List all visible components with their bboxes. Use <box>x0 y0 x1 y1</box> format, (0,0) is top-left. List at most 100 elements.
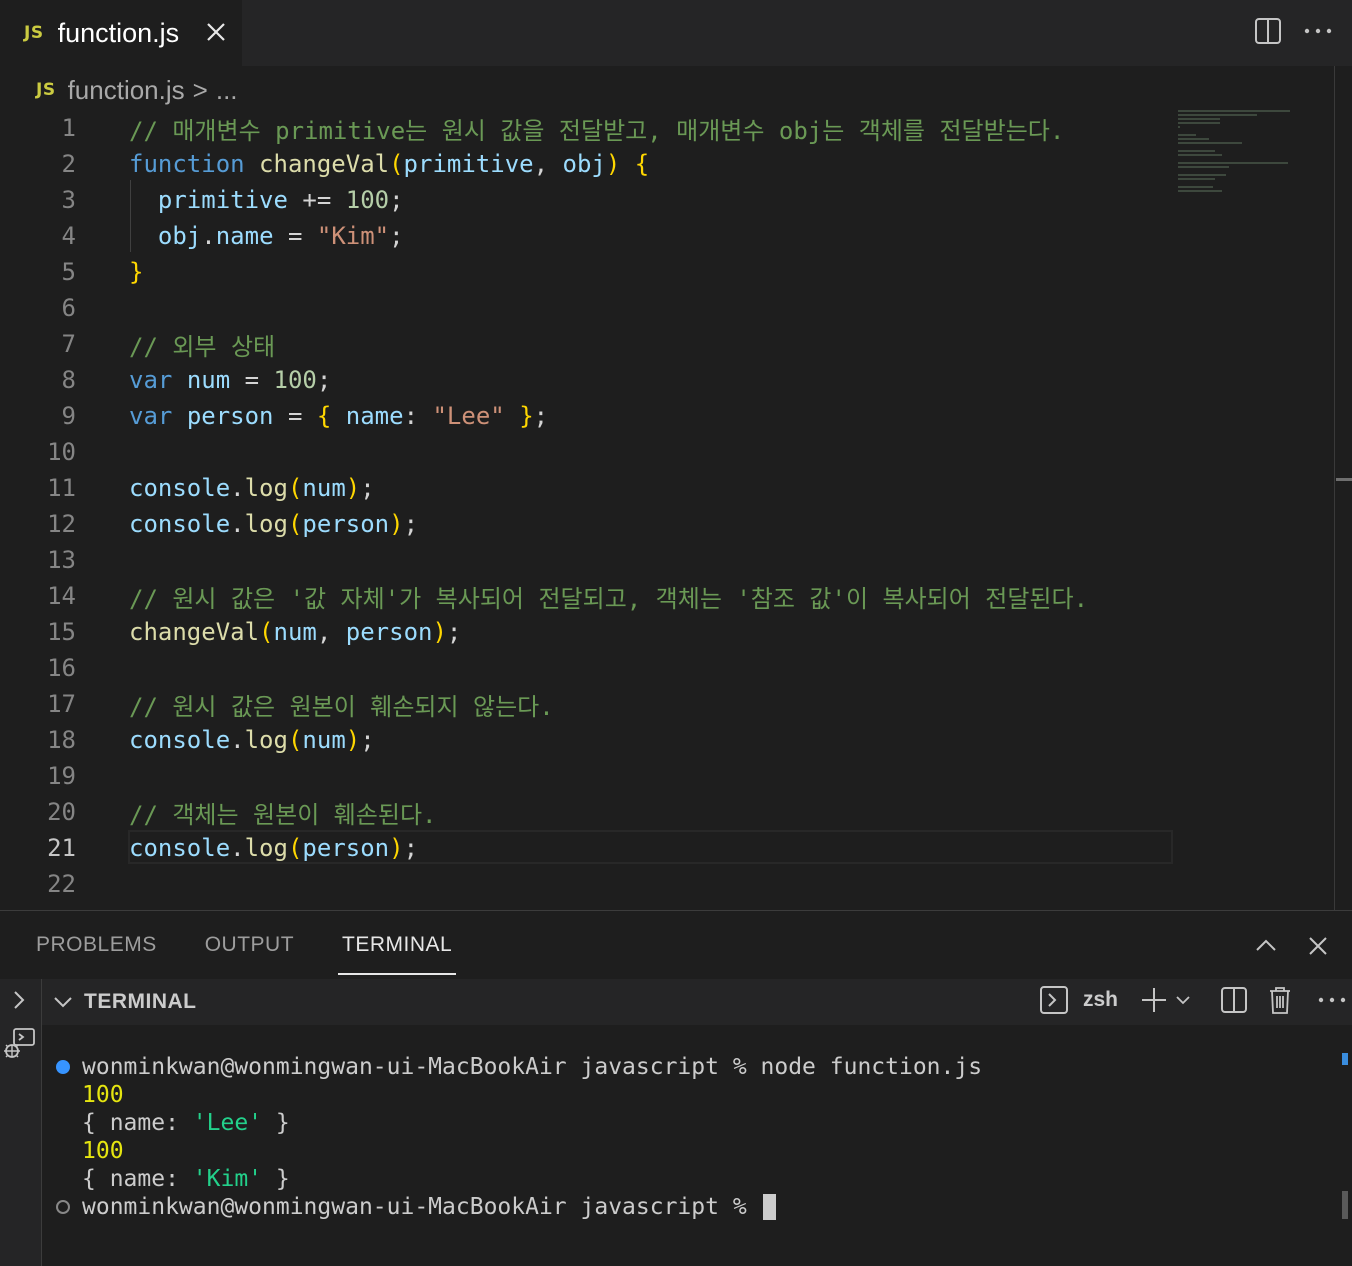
terminal-prompt: wonminkwan@wonmingwan-ui-MacBookAir java… <box>82 1054 761 1080</box>
tab-problems[interactable]: PROBLEMS <box>36 911 157 979</box>
code-token: ) <box>389 834 404 862</box>
code-token: ) <box>432 618 447 646</box>
minimap[interactable] <box>1178 110 1328 200</box>
more-actions-icon[interactable] <box>1302 14 1334 48</box>
code-text: function changeVal(primitive, obj) { <box>129 150 649 178</box>
code-line[interactable]: 21 console.log(person); <box>0 830 1180 866</box>
code-line[interactable]: 3 primitive += 100; <box>0 182 1180 218</box>
split-editor-icon[interactable] <box>1252 14 1284 48</box>
code-line[interactable]: 7 // 외부 상태 <box>0 326 1180 362</box>
tab-output[interactable]: OUTPUT <box>205 911 294 979</box>
command-idle-dot[interactable] <box>56 1200 70 1214</box>
terminal-prompt: wonminkwan@wonmingwan-ui-MacBookAir java… <box>82 1194 761 1220</box>
terminal-cursor <box>762 1194 776 1220</box>
editor-scrollbar[interactable] <box>1334 66 1335 910</box>
code-text: // 원시 값은 '값 자체'가 복사되어 전달되고, 객체는 '참조 값'이 … <box>129 579 1088 614</box>
chevron-down-icon[interactable] <box>52 991 74 1013</box>
breadcrumb-file[interactable]: function.js <box>68 75 185 106</box>
line-number: 22 <box>47 870 76 898</box>
code-token: ( <box>287 726 303 754</box>
code-token: 100 <box>345 186 390 214</box>
terminal-output[interactable]: wonminkwan@wonmingwan-ui-MacBookAir java… <box>42 1025 1352 1266</box>
line-number: 8 <box>61 366 76 394</box>
code-line[interactable]: 17 // 원시 값은 원본이 훼손되지 않는다. <box>0 686 1180 722</box>
terminal-scrollbar[interactable] <box>1342 1191 1348 1219</box>
code-editor[interactable]: 1 // 매개변수 primitive는 원시 값을 전달받고, 매개변수 obj… <box>0 108 1334 908</box>
code-line[interactable]: 8 var num = 100; <box>0 362 1180 398</box>
code-token: var <box>129 366 173 394</box>
code-token: ( <box>389 150 404 178</box>
code-token: // 원시 값은 '값 자체'가 복사되어 전달되고, 객체는 '참조 값'이 … <box>129 584 1089 613</box>
chevron-right-icon[interactable] <box>8 989 30 1016</box>
code-token: // 외부 상태 <box>129 332 276 361</box>
editor-tab-function-js[interactable]: JS function.js <box>0 0 242 66</box>
code-line[interactable]: 4 obj.name = "Kim"; <box>0 218 1180 254</box>
code-line[interactable]: 15 changeVal(num, person); <box>0 614 1180 650</box>
maximize-panel-icon[interactable] <box>1250 929 1282 963</box>
panel-tab-list: PROBLEMS OUTPUT TERMINAL <box>36 911 500 979</box>
code-token: changeVal <box>259 150 390 178</box>
code-line[interactable]: 9 var person = { name: "Lee" }; <box>0 398 1180 434</box>
code-line[interactable]: 22 <box>0 866 1180 902</box>
close-panel-icon[interactable] <box>1302 929 1334 963</box>
trash-icon[interactable] <box>1266 985 1294 1015</box>
code-token: num <box>302 474 346 502</box>
minimap-line <box>1178 126 1181 128</box>
split-terminal-icon[interactable] <box>1220 986 1248 1014</box>
close-icon[interactable] <box>200 16 232 48</box>
minimap-line <box>1178 166 1229 168</box>
code-text: console.log(person); <box>129 510 418 538</box>
code-line[interactable]: 19 <box>0 758 1180 794</box>
code-text: // 매개변수 primitive는 원시 값을 전달받고, 매개변수 obj는… <box>129 111 1064 146</box>
code-token: = <box>230 366 274 394</box>
line-number: 6 <box>61 294 76 322</box>
debug-console-icon[interactable] <box>2 1027 36 1066</box>
code-line[interactable]: 5} <box>0 254 1180 290</box>
chevron-down-icon[interactable] <box>1174 991 1192 1009</box>
tab-title: function.js <box>57 17 180 48</box>
more-actions-icon[interactable] <box>1318 996 1346 1004</box>
terminal-shell-icon[interactable] <box>1039 985 1069 1015</box>
code-line[interactable]: 13 <box>0 542 1180 578</box>
line-number: 13 <box>47 546 76 574</box>
breadcrumb-symbol[interactable]: ... <box>216 75 238 106</box>
code-token: // 매개변수 primitive는 원시 값을 전달받고, 매개변수 obj는… <box>129 116 1065 145</box>
line-number: 17 <box>47 690 76 718</box>
terminal-command: node function.js <box>760 1054 983 1080</box>
terminal-command-line: wonminkwan@wonmingwan-ui-MacBookAir java… <box>82 1053 982 1081</box>
code-line[interactable]: 20 // 객체는 원본이 훼손된다. <box>0 794 1180 830</box>
code-token: // 객체는 원본이 훼손된다. <box>129 800 437 829</box>
add-terminal-icon[interactable] <box>1140 986 1168 1014</box>
command-success-dot[interactable] <box>56 1060 70 1074</box>
line-number: 11 <box>47 474 76 502</box>
code-token: ; <box>316 366 332 394</box>
line-number: 9 <box>61 402 76 430</box>
line-number: 12 <box>47 510 76 538</box>
code-token: "Kim" <box>316 222 390 250</box>
code-token: obj <box>562 150 606 178</box>
code-token: log <box>244 510 288 538</box>
code-line[interactable]: 14 // 원시 값은 '값 자체'가 복사되어 전달되고, 객체는 '참조 값'… <box>0 578 1180 614</box>
code-token: ; <box>389 222 404 250</box>
code-line[interactable]: 11 console.log(num); <box>0 470 1180 506</box>
code-line[interactable]: 16 <box>0 650 1180 686</box>
editor-tab-bar: JS function.js <box>0 0 1352 66</box>
code-line[interactable]: 12 console.log(person); <box>0 506 1180 542</box>
line-number: 1 <box>61 114 76 142</box>
terminal-output-line: { name: 'Kim' } <box>82 1166 290 1192</box>
code-token: ) <box>345 726 361 754</box>
code-line[interactable]: 2 function changeVal(primitive, obj) { <box>0 146 1180 182</box>
code-token: ; <box>360 726 375 754</box>
code-line[interactable]: 6 <box>0 290 1180 326</box>
shell-name[interactable]: zsh <box>1083 988 1118 1012</box>
code-line[interactable]: 1 // 매개변수 primitive는 원시 값을 전달받고, 매개변수 obj… <box>0 110 1180 146</box>
code-token: var <box>129 402 173 430</box>
tab-terminal[interactable]: TERMINAL <box>338 911 457 979</box>
code-line[interactable]: 18 console.log(num); <box>0 722 1180 758</box>
code-line[interactable]: 10 <box>0 434 1180 470</box>
code-token: ( <box>287 474 303 502</box>
